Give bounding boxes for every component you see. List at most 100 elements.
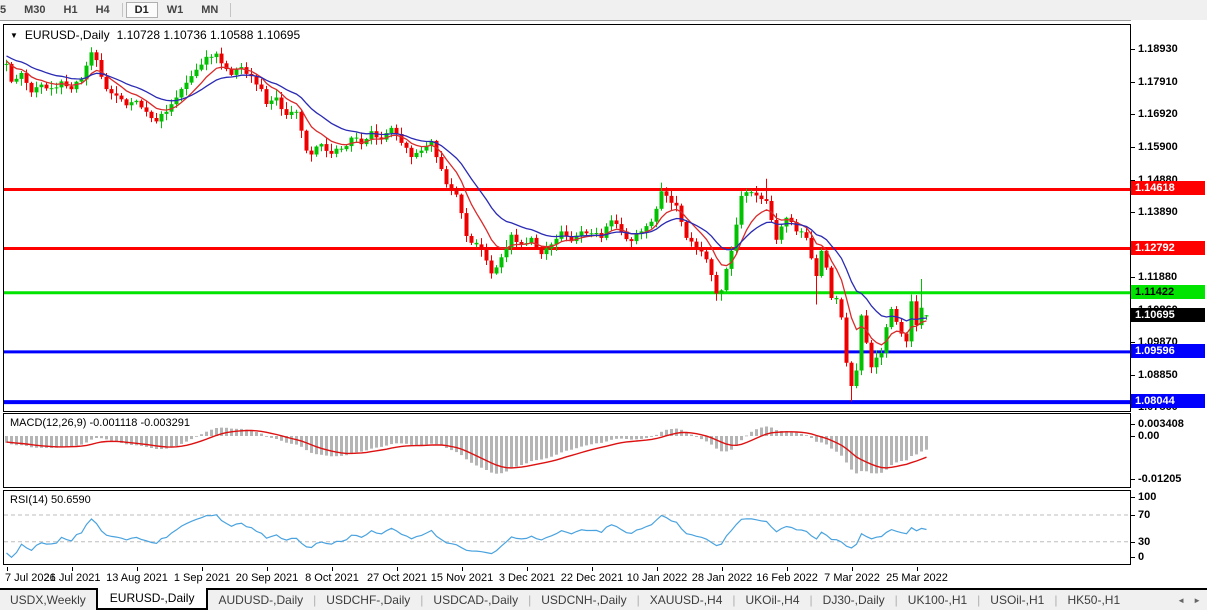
- timeframe-button-m30[interactable]: M30: [15, 2, 54, 18]
- toolbar-divider: [230, 3, 232, 17]
- rsi-axis-tick: 100: [1138, 491, 1157, 503]
- date-tick-mark: [332, 567, 333, 571]
- date-tick-mark: [657, 567, 658, 571]
- price-axis-tick: 1.17910: [1138, 76, 1178, 88]
- date-axis-label: 3 Dec 2021: [498, 572, 556, 584]
- timeframe-button-mn[interactable]: MN: [192, 2, 227, 18]
- chart-title: ▼ EURUSD-,Daily 1.10728 1.10736 1.10588 …: [10, 28, 300, 42]
- date-axis-label: 25 Mar 2022: [886, 572, 948, 584]
- chevron-down-icon[interactable]: ▼: [10, 31, 18, 40]
- price-axis-tick: 1.11880: [1138, 271, 1178, 283]
- price-level-label[interactable]: 1.12792: [1131, 241, 1205, 255]
- date-tick-mark: [397, 567, 398, 571]
- chart-tab-audusd[interactable]: AUDUSD-,Daily: [208, 591, 313, 609]
- price-level-label[interactable]: 1.09596: [1131, 344, 1205, 358]
- chart-tab-usdchf[interactable]: USDCHF-,Daily: [316, 591, 420, 609]
- axis-tick-mark: [1131, 375, 1135, 376]
- chart-symbol-label: EURUSD-,Daily: [24, 28, 110, 42]
- macd-axis-tick: 0.003408: [1138, 418, 1184, 430]
- date-tick-mark: [7, 567, 8, 571]
- timeframe-button-h4[interactable]: H4: [87, 2, 119, 18]
- chart-tab-hk50[interactable]: HK50-,H1: [1057, 591, 1130, 609]
- date-axis-label: 1 Sep 2021: [173, 572, 231, 584]
- date-axis[interactable]: 7 Jul 2021 26 Jul 2021 13 Aug 2021 1 Sep 20…: [4, 567, 1131, 587]
- chart-tab-eurusd[interactable]: EURUSD-,Daily: [95, 588, 209, 610]
- rsi-axis-tick: 30: [1138, 536, 1151, 548]
- axis-tick-mark: [1131, 212, 1135, 213]
- date-axis-label: 28 Jan 2022: [691, 572, 753, 584]
- chart-tab-xauusd[interactable]: XAUUSD-,H4: [640, 591, 733, 609]
- date-axis-label: 10 Jan 2022: [626, 572, 688, 584]
- date-axis-label: 20 Sep 2021: [235, 572, 299, 584]
- date-tick-mark: [267, 567, 268, 571]
- date-tick-mark: [527, 567, 528, 571]
- date-tick-mark: [202, 567, 203, 571]
- axis-tick-mark: [1131, 542, 1135, 543]
- rsi-indicator-panel[interactable]: RSI(14) 50.6590: [3, 490, 1131, 565]
- price-level-label[interactable]: 1.08044: [1131, 394, 1205, 408]
- chart-tab-usoil[interactable]: USOil-,H1: [980, 591, 1054, 609]
- price-axis-tick: 1.18930: [1138, 43, 1178, 55]
- chart-tab-usdx[interactable]: USDX,Weekly: [0, 591, 96, 609]
- candlestick-plot[interactable]: [4, 25, 1130, 411]
- chart-tab-usdcad[interactable]: USDCAD-,Daily: [423, 591, 528, 609]
- price-axis-tick: 1.16920: [1138, 108, 1178, 120]
- price-axis-tick: 1.13890: [1138, 206, 1178, 218]
- chart-tab-uk100[interactable]: UK100-,H1: [898, 591, 977, 609]
- axis-tick-mark: [1131, 497, 1135, 498]
- price-level-label[interactable]: 1.14618: [1131, 181, 1205, 195]
- chart-ohlc-values: 1.10728 1.10736 1.10588 1.10695: [116, 28, 301, 42]
- macd-axis-tick: -0.01205: [1138, 473, 1182, 485]
- date-axis-label: 22 Dec 2021: [560, 572, 624, 584]
- chart-tab-ukoil[interactable]: UKOil-,H4: [736, 591, 810, 609]
- axis-tick-mark: [1131, 479, 1135, 480]
- price-axis-tick: 1.15900: [1138, 141, 1178, 153]
- axis-tick-mark: [1131, 114, 1135, 115]
- timeframe-button-d1[interactable]: D1: [125, 2, 158, 18]
- axis-tick-mark: [1131, 277, 1135, 278]
- moving-average-line: [6, 60, 927, 346]
- date-tick-mark: [917, 567, 918, 571]
- date-axis-label: 7 Mar 2022: [824, 572, 880, 584]
- chart-tab-dj30[interactable]: DJ30-,Daily: [813, 591, 895, 609]
- rsi-axis-tick: 0: [1138, 551, 1145, 563]
- tab-scroll-left-icon[interactable]: ◄: [1177, 596, 1185, 605]
- rsi-plot[interactable]: [4, 491, 1130, 564]
- mt4-terminal-window: 5 M30 H1 H4 D1 W1 MN ▼ EURUSD-,Daily 1.10728 1…: [0, 0, 1207, 610]
- macd-axis-tick: 0.00: [1138, 430, 1160, 442]
- chart-tab-usdcnh[interactable]: USDCNH-,Daily: [531, 591, 636, 609]
- rsi-axis-tick: 70: [1138, 509, 1151, 521]
- chart-tab-bar: USDX,Weekly EURUSD-,Daily AUDUSD-,Daily | US…: [0, 588, 1207, 610]
- timeframe-button-w1[interactable]: W1: [158, 2, 193, 18]
- date-axis-label: 8 Oct 2021: [305, 572, 359, 584]
- date-tick-mark: [852, 567, 853, 571]
- price-chart-panel[interactable]: ▼ EURUSD-,Daily 1.10728 1.10736 1.10588 …: [3, 24, 1131, 412]
- price-level-label[interactable]: 1.11422: [1131, 285, 1205, 299]
- rsi-value: 50.6590: [50, 494, 91, 506]
- axis-tick-mark: [1131, 557, 1135, 558]
- price-level-label[interactable]: 1.10695: [1131, 308, 1205, 322]
- date-tick-mark: [787, 567, 788, 571]
- macd-indicator-panel[interactable]: MACD(12,26,9) -0.001118 -0.003291: [3, 413, 1131, 488]
- macd-values: -0.001118 -0.003291: [89, 417, 190, 429]
- date-tick-mark: [462, 567, 463, 571]
- axis-tick-mark: [1131, 49, 1135, 50]
- timeframe-button-h1[interactable]: H1: [55, 2, 87, 18]
- price-axis[interactable]: 1.18930 1.17910 1.16920 1.15900 1.14880 1.138…: [1131, 20, 1207, 587]
- date-axis-label: 27 Oct 2021: [367, 572, 427, 584]
- tab-scroll-right-icon[interactable]: ►: [1193, 596, 1201, 605]
- date-tick-mark: [137, 567, 138, 571]
- timeframe-toolbar: 5 M30 H1 H4 D1 W1 MN: [0, 0, 1207, 21]
- date-tick-mark: [592, 567, 593, 571]
- rsi-line: [6, 514, 927, 559]
- timeframe-button-5[interactable]: 5: [0, 2, 15, 18]
- date-axis-label: 15 Nov 2021: [430, 572, 494, 584]
- date-axis-label: 13 Aug 2021: [106, 572, 168, 584]
- axis-tick-mark: [1131, 424, 1135, 425]
- date-axis-label: 26 Jul 2021: [43, 572, 101, 584]
- rsi-label: RSI(14) 50.6590: [10, 494, 91, 506]
- toolbar-divider: [121, 3, 123, 17]
- axis-tick-mark: [1131, 515, 1135, 516]
- date-tick-mark: [72, 567, 73, 571]
- axis-tick-mark: [1131, 342, 1135, 343]
